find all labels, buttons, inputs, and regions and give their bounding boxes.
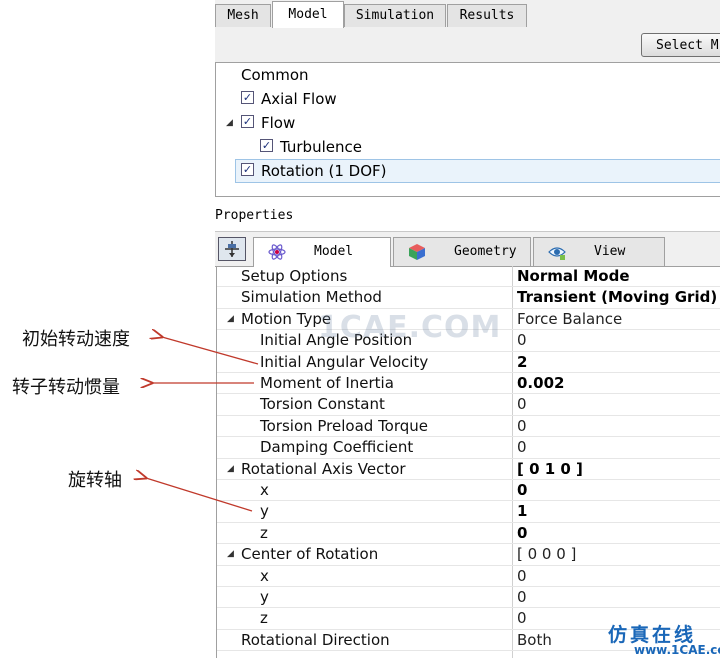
arrow-initial-speed bbox=[162, 337, 259, 365]
site-logo: 仿真在线 www.1CAE.com bbox=[604, 620, 720, 660]
logo-line2: www.1CAE.com bbox=[634, 643, 720, 657]
watermark-text: 1CAE.COM bbox=[318, 310, 502, 345]
arrow-rotation-axis bbox=[146, 478, 253, 512]
